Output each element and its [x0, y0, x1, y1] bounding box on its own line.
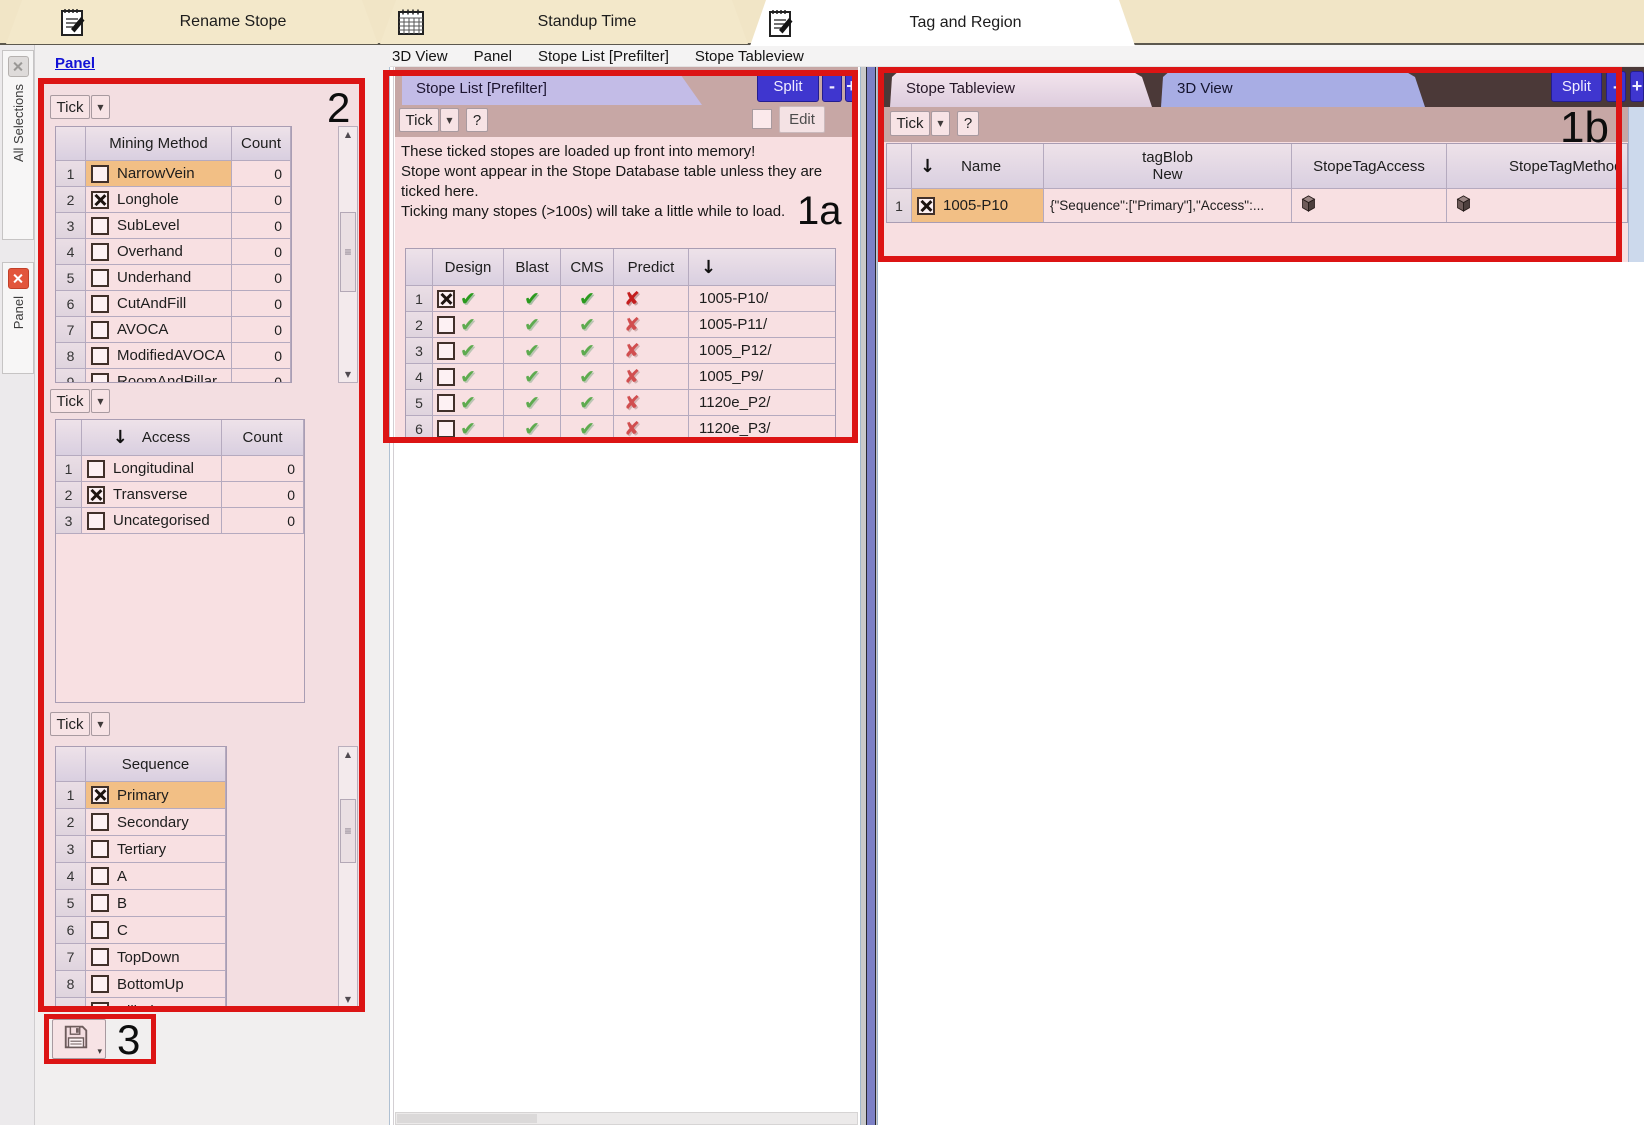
panel-link[interactable]: Panel — [55, 55, 95, 72]
pane-splitter[interactable] — [860, 67, 878, 1125]
annotation-label-3: 3 — [117, 1016, 140, 1064]
dock-tab-panel[interactable]: Panel — [2, 262, 34, 374]
top-tab-bar: Rename Stope Standup Time Tag and Region — [0, 0, 1644, 45]
menu-3d-view[interactable]: 3D View — [392, 48, 448, 65]
annotation-label-1b: 1b — [1560, 103, 1609, 153]
annotation-label-1a: 1a — [797, 189, 842, 234]
menu-stope-tableview[interactable]: Stope Tableview — [695, 48, 804, 65]
expand-button[interactable]: + — [1630, 71, 1644, 102]
notepad-pencil-icon — [766, 8, 796, 38]
notepad-pencil-icon — [58, 7, 88, 37]
menu-panel[interactable]: Panel — [474, 48, 512, 65]
tab-tag-and-region[interactable]: Tag and Region — [750, 0, 1135, 46]
tab-standup-time[interactable]: Standup Time — [380, 0, 748, 44]
annotation-box-1a — [383, 70, 858, 443]
menu-stope-list-prefilter[interactable]: Stope List [Prefilter] — [538, 48, 669, 65]
dock-tab-all-selections[interactable]: All Selections — [2, 50, 34, 240]
calendar-icon — [396, 7, 426, 37]
annotation-box-1b — [878, 67, 1622, 262]
annotation-box-2 — [38, 78, 365, 1012]
app-window: Rename Stope Standup Time Tag and Region… — [0, 0, 1644, 1125]
tab-label: Standup Time — [426, 13, 748, 31]
menu-bar: 3D View Panel Stope List [Prefilter] Sto… — [392, 45, 804, 67]
dock-tab-label: All Selections — [11, 84, 26, 162]
scrollbar-thumb[interactable] — [397, 1114, 537, 1123]
close-icon[interactable] — [8, 268, 29, 289]
vertical-scrollbar[interactable] — [1628, 107, 1644, 262]
splitter-handle[interactable] — [866, 67, 876, 1125]
close-icon[interactable] — [8, 56, 29, 77]
tab-label: Rename Stope — [88, 13, 378, 31]
dock-tab-label: Panel — [11, 296, 26, 329]
tab-label: Tag and Region — [796, 14, 1135, 32]
horizontal-scrollbar[interactable] — [395, 1112, 858, 1125]
tab-rename-stope[interactable]: Rename Stope — [6, 0, 378, 44]
annotation-label-2: 2 — [327, 84, 350, 132]
